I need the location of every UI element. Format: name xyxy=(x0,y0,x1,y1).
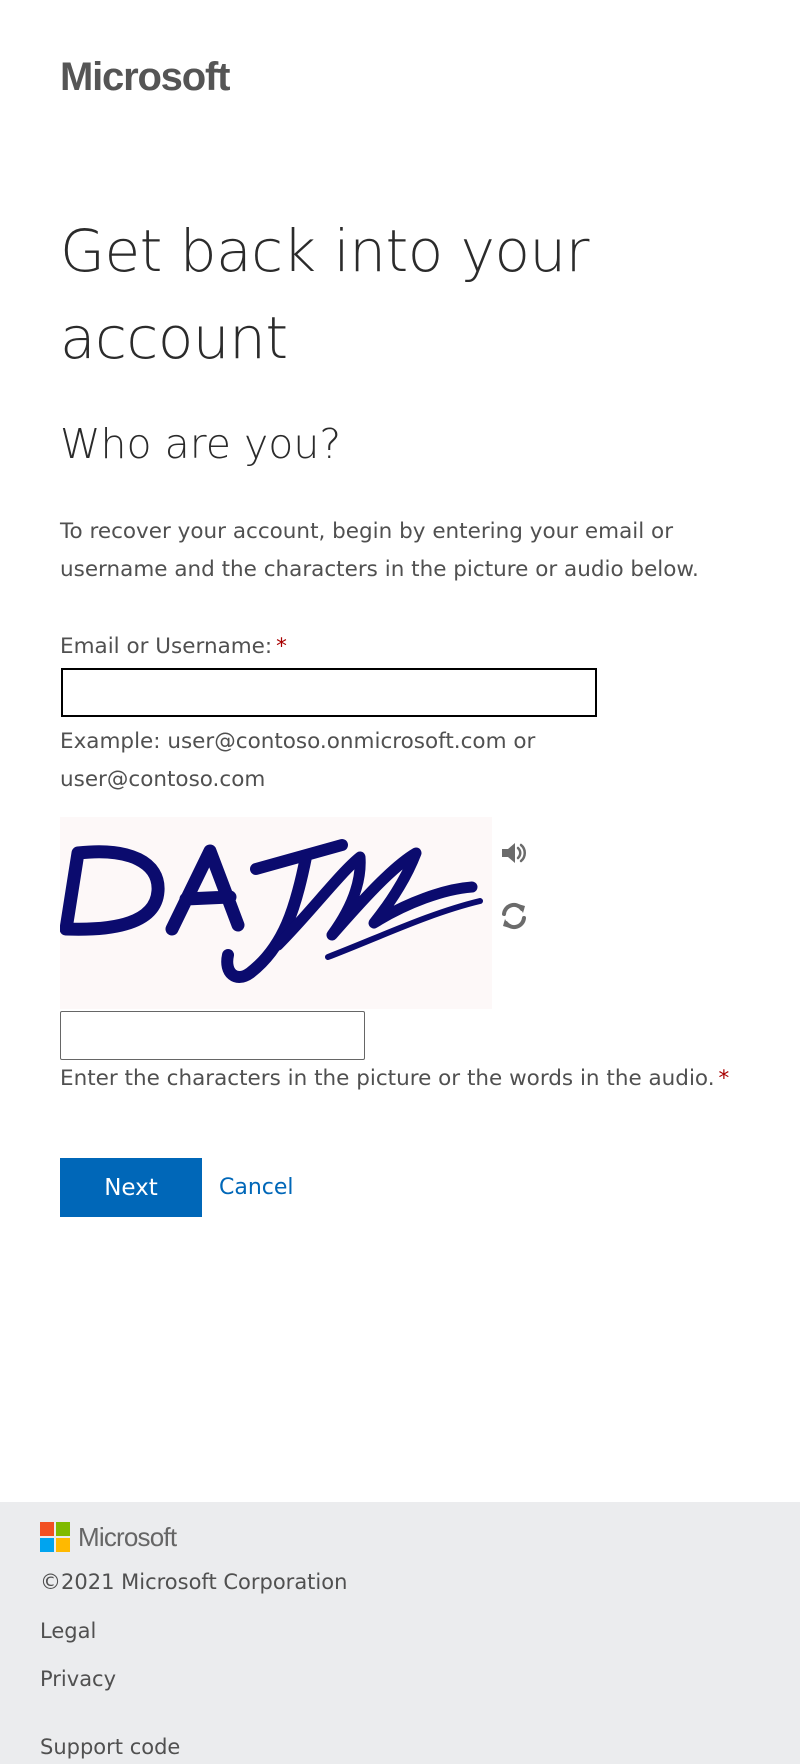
captcha-image xyxy=(60,817,492,1009)
captcha-hint: Enter the characters in the picture or t… xyxy=(60,1064,729,1094)
privacy-link[interactable]: Privacy xyxy=(40,1664,116,1694)
next-button[interactable]: Next xyxy=(60,1158,202,1217)
microsoft-logo: Microsoft xyxy=(60,55,230,99)
copyright-text: ©2021 Microsoft Corporation xyxy=(40,1570,348,1594)
footer-microsoft-logo: Microsoft xyxy=(40,1521,177,1553)
page-title: Get back into your account xyxy=(60,217,590,372)
email-example-text: Example: user@contoso.onmicrosoft.com or… xyxy=(60,729,536,792)
captcha-hint-text: Enter the characters in the picture or t… xyxy=(60,1066,715,1091)
microsoft-squares-icon xyxy=(40,1522,70,1552)
captcha-glyphs xyxy=(60,839,483,983)
refresh-icon[interactable] xyxy=(499,900,529,932)
required-marker: * xyxy=(276,634,287,659)
cancel-link[interactable]: Cancel xyxy=(219,1173,294,1203)
speaker-icon[interactable] xyxy=(499,838,529,868)
legal-link[interactable]: Legal xyxy=(40,1616,96,1646)
email-input[interactable] xyxy=(61,668,597,717)
intro-text: To recover your account, begin by enteri… xyxy=(60,519,699,582)
footer-logo-text: Microsoft xyxy=(78,1521,177,1552)
email-label: Email or Username: * xyxy=(60,632,287,662)
page-subtitle: Who are you? xyxy=(60,420,342,468)
recovery-page: Microsoft Get back into your account Who… xyxy=(0,0,800,1764)
footer: Microsoft ©2021 Microsoft Corporation Le… xyxy=(0,1502,800,1764)
captcha-input[interactable] xyxy=(60,1011,365,1060)
email-label-text: Email or Username: xyxy=(60,634,273,659)
required-marker: * xyxy=(718,1066,730,1091)
support-code-link[interactable]: Support code xyxy=(40,1732,180,1762)
